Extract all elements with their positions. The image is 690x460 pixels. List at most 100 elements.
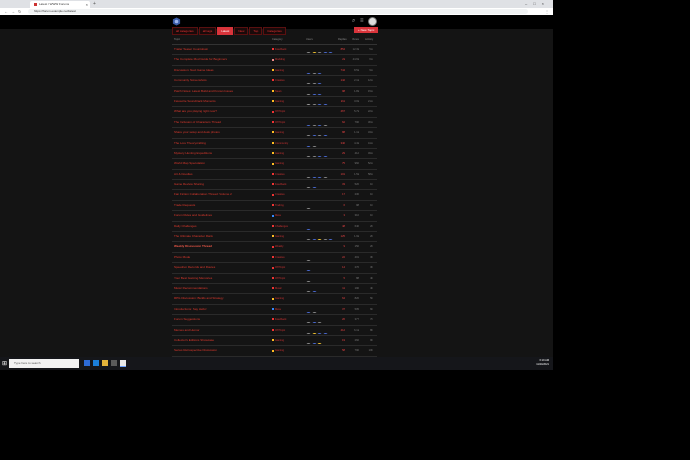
new-topic-button[interactable]: + New Topic	[354, 27, 379, 33]
topic-category-badge[interactable]: Creative	[272, 256, 285, 259]
poster-avatar[interactable]	[317, 197, 323, 199]
poster-avatar[interactable]	[311, 301, 317, 303]
poster-avatar[interactable]	[317, 353, 323, 355]
poster-avatar[interactable]	[311, 343, 317, 344]
topic-title-link[interactable]: Weekly Discussion Thread	[174, 244, 269, 248]
topic-category-badge[interactable]: Feedback	[272, 48, 286, 51]
topic-title-link[interactable]: Discussion: Next Game Ideas	[174, 68, 269, 72]
topic-category-badge[interactable]: Gaming	[272, 339, 284, 342]
poster-avatar[interactable]	[306, 353, 311, 355]
topic-row[interactable]: The Lore Theorycrafting Community 340 4.4k 4…	[172, 139, 377, 149]
topic-activity[interactable]: 1h	[363, 183, 373, 186]
poster-avatar[interactable]	[306, 197, 311, 199]
poster-avatar[interactable]	[317, 239, 323, 241]
poster-avatar[interactable]	[317, 114, 323, 116]
topic-title-link[interactable]: Introductions: Say Hello!	[174, 307, 269, 311]
poster-avatar[interactable]	[306, 208, 311, 209]
topic-category-badge[interactable]: Modding	[272, 58, 285, 61]
forum-logo-icon[interactable]	[172, 17, 181, 26]
poster-avatar[interactable]	[311, 187, 317, 189]
back-icon[interactable]: ←	[4, 8, 8, 15]
poster-avatar[interactable]	[317, 332, 323, 334]
topic-category-badge[interactable]: Meta	[272, 214, 281, 217]
nav-pill-all-categories[interactable]: all categories	[172, 27, 198, 35]
topic-title-link[interactable]: RPG Discussion: Builds and Strategy	[174, 296, 269, 300]
poster-avatar[interactable]	[306, 125, 311, 126]
poster-avatar[interactable]	[306, 156, 311, 157]
poster-avatar[interactable]	[306, 280, 311, 282]
poster-avatar[interactable]	[306, 260, 311, 261]
topic-activity[interactable]: 8h	[363, 329, 373, 332]
poster-avatar[interactable]	[306, 52, 311, 53]
column-category[interactable]: Category	[272, 38, 283, 41]
topic-category-badge[interactable]: Off Topic	[272, 121, 285, 124]
topic-row[interactable]: Game Review Sharing Feedback 33 520 1h	[172, 180, 377, 191]
nav-pill-categories[interactable]: Categories	[263, 27, 286, 35]
topic-activity[interactable]: 30m	[363, 121, 373, 124]
topic-row[interactable]: Fan Fiction Collaboration Thread: Volume…	[172, 190, 377, 201]
poster-avatar[interactable]	[306, 343, 311, 344]
topic-activity[interactable]: 58m	[363, 173, 373, 176]
topic-row[interactable]: Community Screenshots Creative 142 2.1k 12m	[172, 76, 377, 87]
poster-avatar[interactable]	[322, 332, 328, 334]
topic-activity[interactable]: 6m	[363, 58, 373, 61]
topic-row[interactable]: What are you playing right now? Off Topic…	[172, 107, 377, 118]
poster-avatar[interactable]	[328, 52, 334, 53]
window-controls[interactable]: –□×	[525, 0, 550, 8]
topic-category-badge[interactable]: Off Topic	[272, 277, 285, 280]
topic-title-link[interactable]: Forum Rules and Guidelines	[174, 213, 269, 217]
topic-row[interactable]: Weekly Discussion Thread Weekly 9 150 2h	[172, 242, 377, 253]
nav-pill-all-tags[interactable]: all tags	[198, 27, 217, 35]
poster-avatar[interactable]	[311, 176, 317, 178]
topic-title-link[interactable]: Photo Mode	[174, 255, 269, 259]
windows-start-icon[interactable]: ⊞	[2, 360, 7, 367]
topic-category-badge[interactable]: Gaming	[272, 131, 284, 134]
poster-avatar[interactable]	[311, 135, 317, 137]
topic-activity[interactable]: 12m	[363, 79, 373, 82]
poster-avatar[interactable]	[306, 145, 311, 147]
topic-row[interactable]: The Inclusion of Characters Thread Off To…	[172, 118, 377, 129]
topic-row[interactable]: The Complete Mod Guide for Beginners Modd…	[172, 55, 377, 66]
poster-avatar[interactable]	[322, 104, 328, 105]
topic-activity[interactable]: 10h	[363, 349, 373, 352]
nav-pill-latest[interactable]: Latest	[217, 27, 234, 35]
topic-activity[interactable]: 5m	[363, 48, 373, 51]
poster-avatar[interactable]	[311, 62, 317, 64]
poster-avatar[interactable]	[306, 62, 311, 64]
poster-avatar[interactable]	[306, 218, 311, 220]
nav-pill-new[interactable]: New	[234, 27, 249, 35]
topic-title-link[interactable]: The Complete Mod Guide for Beginners	[174, 57, 269, 61]
poster-avatar[interactable]	[328, 62, 334, 64]
poster-avatar[interactable]	[317, 104, 323, 105]
topic-title-link[interactable]: Community Screenshots	[174, 78, 269, 82]
poster-avatar[interactable]	[317, 301, 323, 303]
topic-activity[interactable]: 49m	[363, 152, 373, 155]
topic-activity[interactable]: 9m	[363, 69, 373, 72]
poster-avatar[interactable]	[306, 270, 311, 272]
poster-avatar[interactable]	[306, 73, 311, 74]
poster-avatar[interactable]	[311, 353, 317, 355]
user-avatar[interactable]	[368, 17, 377, 26]
topic-row[interactable]: Trailer Teaser Countdown Feedback 854 12.3k…	[172, 45, 377, 56]
poster-avatar[interactable]	[317, 52, 323, 53]
topic-category-badge[interactable]: Challenges	[272, 225, 288, 228]
topic-title-link[interactable]: Forum Suggestions	[174, 317, 269, 321]
topic-activity[interactable]: 3h	[363, 266, 373, 269]
topic-row[interactable]: Trade Requests Trading 6 98 1h	[172, 201, 377, 212]
poster-avatar[interactable]	[306, 135, 311, 137]
topic-activity[interactable]: 2h	[363, 225, 373, 228]
poster-avatar[interactable]	[328, 239, 334, 241]
poster-avatar[interactable]	[317, 322, 323, 324]
topic-activity[interactable]: 1h	[363, 204, 373, 207]
topic-activity[interactable]: 7h	[363, 318, 373, 321]
poster-avatar[interactable]	[317, 166, 323, 168]
topic-category-badge[interactable]: Off Topic	[272, 266, 285, 269]
topic-category-badge[interactable]: Weekly	[272, 245, 283, 248]
poster-avatar[interactable]	[311, 239, 317, 241]
topic-title-link[interactable]: Trade Requests	[174, 203, 269, 207]
column-replies[interactable]: Replies	[338, 38, 347, 41]
poster-avatar[interactable]	[311, 322, 317, 324]
poster-avatar[interactable]	[306, 187, 311, 189]
topic-activity[interactable]: 3h	[363, 256, 373, 259]
topic-category-badge[interactable]: Gaming	[272, 152, 284, 155]
